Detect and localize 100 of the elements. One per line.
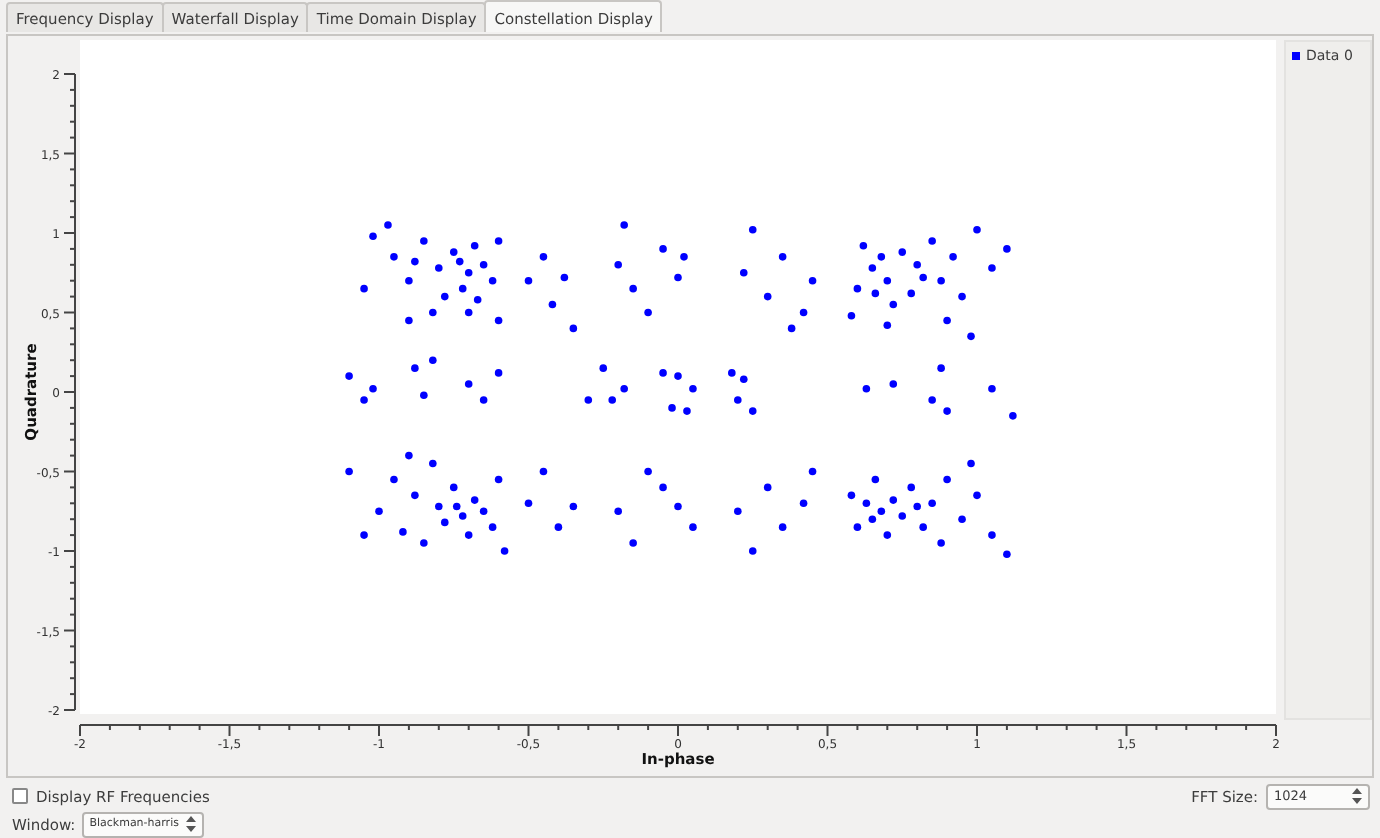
data-point — [345, 372, 353, 380]
data-point — [411, 491, 419, 500]
data-point — [659, 245, 667, 253]
data-point — [898, 248, 907, 256]
data-point — [420, 539, 428, 547]
data-point — [384, 221, 392, 229]
data-point — [620, 385, 628, 393]
data-point — [659, 369, 667, 377]
data-point — [488, 523, 497, 531]
data-point — [748, 407, 757, 415]
data-point — [560, 273, 569, 282]
data-point — [988, 264, 996, 272]
data-point — [740, 268, 748, 277]
data-point — [799, 499, 808, 508]
data-point — [853, 284, 862, 293]
data-point — [554, 523, 563, 531]
data-point — [405, 276, 413, 285]
data-point — [778, 523, 787, 531]
data-point — [405, 316, 413, 325]
data-point — [360, 284, 368, 293]
data-point — [524, 276, 533, 285]
data-point — [674, 273, 682, 282]
data-point — [683, 407, 691, 415]
data-point — [659, 483, 667, 492]
data-point — [928, 499, 936, 508]
data-point — [429, 356, 437, 364]
data-point — [847, 311, 856, 320]
data-point — [629, 284, 637, 293]
data-point — [411, 364, 419, 372]
data-point — [539, 253, 548, 261]
data-point — [937, 276, 945, 285]
data-point — [763, 292, 772, 301]
data-point — [644, 467, 652, 476]
data-point — [441, 518, 449, 527]
data-point — [674, 502, 682, 511]
data-point — [360, 396, 368, 404]
data-point — [548, 300, 557, 309]
data-point — [494, 475, 503, 484]
data-point — [429, 459, 437, 468]
data-point — [808, 467, 817, 476]
data-point — [494, 237, 503, 245]
data-point — [871, 289, 880, 298]
data-point — [375, 507, 383, 516]
data-point — [889, 380, 898, 388]
data-point — [973, 226, 981, 234]
data-point — [943, 316, 951, 325]
data-point — [479, 507, 488, 516]
data-point — [763, 483, 772, 492]
data-point — [479, 396, 488, 404]
data-point — [883, 321, 892, 329]
data-point — [629, 539, 637, 547]
spinner-arrows-icon — [1352, 788, 1362, 804]
data-point — [420, 237, 428, 245]
data-point — [734, 396, 742, 404]
data-point — [949, 253, 957, 261]
data-point — [420, 391, 428, 399]
data-point — [1009, 412, 1017, 420]
data-point — [614, 507, 622, 516]
data-point — [470, 496, 479, 504]
data-point — [369, 385, 377, 393]
data-point — [464, 308, 473, 317]
data-point — [500, 547, 509, 555]
data-point — [405, 451, 413, 460]
data-point — [913, 261, 921, 269]
data-point — [539, 467, 548, 476]
data-point — [748, 547, 757, 555]
data-point — [449, 483, 458, 492]
data-point — [958, 515, 966, 523]
data-point — [458, 284, 467, 293]
data-point — [599, 364, 608, 372]
data-point — [689, 523, 697, 531]
data-point — [748, 226, 757, 234]
data-point — [479, 261, 488, 269]
data-point — [674, 372, 682, 380]
data-point — [787, 324, 796, 333]
data-point — [435, 502, 443, 511]
data-point — [967, 332, 975, 341]
data-point — [877, 253, 886, 261]
data-point — [967, 459, 975, 468]
data-point — [862, 385, 871, 393]
data-point — [728, 369, 736, 377]
data-point — [360, 531, 368, 539]
data-point — [943, 407, 951, 415]
data-point — [569, 502, 578, 511]
data-point — [345, 467, 353, 476]
data-point — [680, 253, 688, 261]
data-point — [740, 375, 748, 384]
data-point — [889, 496, 898, 504]
data-point — [584, 396, 593, 404]
data-point — [799, 308, 808, 317]
data-point — [937, 539, 945, 547]
data-point — [919, 273, 927, 282]
data-point — [464, 531, 473, 539]
data-point — [441, 292, 449, 301]
checkbox[interactable] — [12, 788, 28, 804]
data-point — [868, 264, 877, 272]
data-point — [808, 276, 817, 285]
data-point — [390, 475, 398, 484]
data-point — [1003, 245, 1011, 253]
data-point — [898, 512, 907, 520]
